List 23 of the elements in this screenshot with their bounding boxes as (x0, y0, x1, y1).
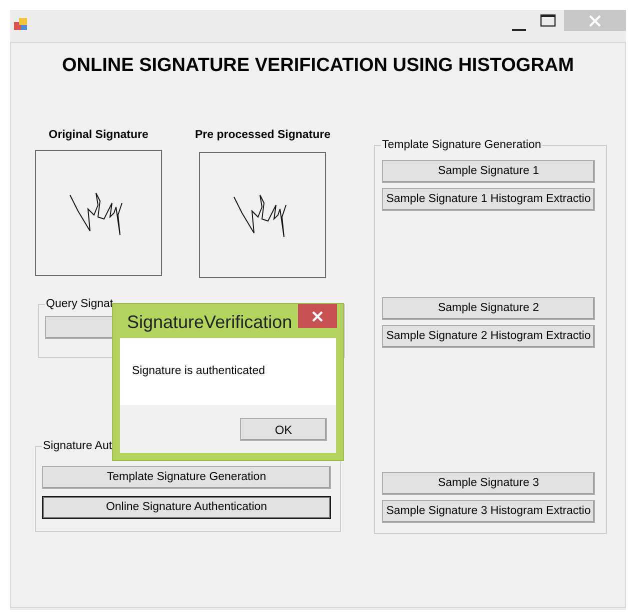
form-heading: ONLINE SIGNATURE VERIFICATION USING HISTOGRAM (61, 54, 575, 78)
form-button[interactable]: Template Signature Generation (42, 466, 331, 489)
image-label: Pre processed Signature (195, 128, 330, 142)
close-icon (589, 14, 601, 26)
sample-button[interactable]: Sample Signature 3 (382, 472, 595, 495)
close-button[interactable] (298, 304, 337, 328)
group-title: Query Signat (45, 298, 114, 311)
histogram-button[interactable]: Sample Signature 1 Histogram Extractio (382, 188, 595, 211)
dialog-message: Signature is authenticated (132, 364, 265, 379)
histogram-button[interactable]: Sample Signature 3 Histogram Extractio (382, 500, 595, 523)
ok-button[interactable]: OK (240, 418, 327, 441)
image-label: Original Signature (48, 128, 148, 142)
close-icon (312, 310, 323, 322)
minimize-icon (512, 28, 526, 30)
app-icon (14, 18, 28, 31)
sample-button[interactable]: Sample Signature 2 (382, 297, 595, 320)
form-button[interactable]: Online Signature Authentication (42, 496, 331, 519)
maximize-icon (540, 14, 556, 27)
histogram-button[interactable]: Sample Signature 2 Histogram Extractio (382, 325, 595, 348)
dialog-title: SignatureVerification (127, 311, 292, 333)
group-title: Template Signature Generation (381, 139, 542, 152)
group-title: Signature Aut (42, 440, 114, 453)
sample-button[interactable]: Sample Signature 1 (382, 160, 595, 183)
